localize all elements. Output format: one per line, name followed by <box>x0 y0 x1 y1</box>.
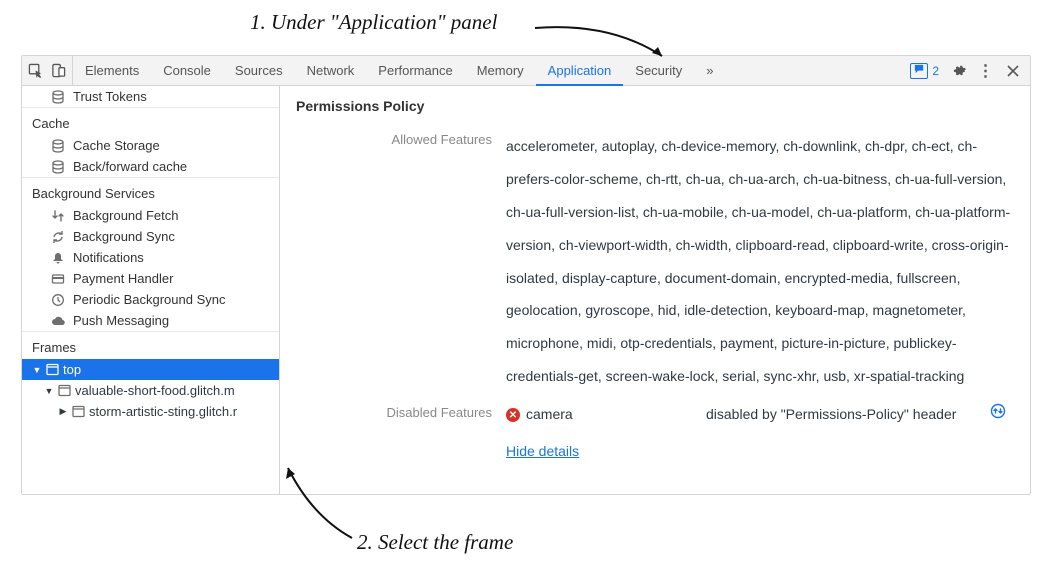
disabled-features-label: Disabled Features <box>296 403 506 420</box>
tab-elements[interactable]: Elements <box>73 56 151 85</box>
database-icon <box>50 138 65 153</box>
tab-application[interactable]: Application <box>536 56 624 85</box>
sidebar-item-bfcache[interactable]: Back/forward cache <box>22 156 279 177</box>
frame-top[interactable]: ▼ top <box>22 359 279 380</box>
chevron-down-icon: ▼ <box>32 365 42 375</box>
disabled-features-row: Disabled Features ✕ camera disabled by "… <box>296 401 1014 468</box>
allowed-features-value: accelerometer, autoplay, ch-device-memor… <box>506 130 1014 393</box>
tab-performance[interactable]: Performance <box>366 56 464 85</box>
disabled-feature-text: camera <box>526 403 573 427</box>
chevron-down-icon: ▼ <box>44 386 54 396</box>
frame-child-0[interactable]: ▼ valuable-short-food.glitch.m <box>22 380 279 401</box>
sidebar-item-label: Push Messaging <box>73 313 169 328</box>
sync-icon <box>50 229 65 244</box>
sidebar-item-label: Payment Handler <box>73 271 173 286</box>
disabled-feature-name: ✕ camera <box>506 403 696 427</box>
bell-icon <box>50 250 65 265</box>
tab-console[interactable]: Console <box>151 56 223 85</box>
sidebar-item-label: Background Fetch <box>73 208 179 223</box>
sidebar-item-notifications[interactable]: Notifications <box>22 247 279 268</box>
sidebar-group-frames: Frames <box>22 331 279 359</box>
tab-memory[interactable]: Memory <box>465 56 536 85</box>
fetch-icon <box>50 208 65 223</box>
sidebar-item-cache-storage[interactable]: Cache Storage <box>22 135 279 156</box>
frames-tree: ▼ top ▼ valuable-short-food.glitch.m ▶ s… <box>22 359 279 428</box>
sidebar-item-trust-tokens[interactable]: Trust Tokens <box>22 86 279 107</box>
sidebar-item-payment-handler[interactable]: Payment Handler <box>22 268 279 289</box>
frame-child-0-0[interactable]: ▶ storm-artistic-sting.glitch.r <box>22 401 279 422</box>
allowed-features-row: Allowed Features accelerometer, autoplay… <box>296 128 1014 393</box>
error-icon: ✕ <box>506 408 520 422</box>
tab-security[interactable]: Security <box>623 56 694 85</box>
frame-label: storm-artistic-sting.glitch.r <box>89 404 237 419</box>
sidebar-item-label: Notifications <box>73 250 144 265</box>
tab-sources[interactable]: Sources <box>223 56 295 85</box>
sidebar-group-bgservices: Background Services <box>22 177 279 205</box>
issues-badge[interactable]: 2 <box>910 63 939 79</box>
allowed-features-label: Allowed Features <box>296 130 506 147</box>
hide-details-link[interactable]: Hide details <box>506 435 579 468</box>
clock-icon <box>50 292 65 307</box>
issues-count: 2 <box>932 64 939 78</box>
annotation-top: 1. Under "Application" panel <box>250 10 497 35</box>
frame-label: top <box>63 362 81 377</box>
sidebar-item-bg-sync[interactable]: Background Sync <box>22 226 279 247</box>
sidebar-item-label: Cache Storage <box>73 138 160 153</box>
sidebar-group-cache: Cache <box>22 107 279 135</box>
annotation-bottom: 2. Select the frame <box>357 530 513 555</box>
chat-icon <box>910 63 928 79</box>
database-icon <box>50 89 65 104</box>
reveal-icon[interactable] <box>990 403 1014 427</box>
gear-icon[interactable] <box>951 63 966 78</box>
frame-label: valuable-short-food.glitch.m <box>75 383 235 398</box>
frame-icon <box>58 384 71 397</box>
frame-icon <box>72 405 85 418</box>
chevron-right-icon: ▶ <box>58 406 68 417</box>
sidebar-item-label: Periodic Background Sync <box>73 292 225 307</box>
close-icon[interactable] <box>1005 63 1020 78</box>
cloud-icon <box>50 313 65 328</box>
device-icon[interactable] <box>51 63 66 78</box>
devtools-window: Elements Console Sources Network Perform… <box>21 55 1031 495</box>
tab-more[interactable]: » <box>694 56 725 85</box>
sidebar-item-bg-fetch[interactable]: Background Fetch <box>22 205 279 226</box>
sidebar-item-push-messaging[interactable]: Push Messaging <box>22 310 279 331</box>
toolbar-tabs: Elements Console Sources Network Perform… <box>73 56 725 85</box>
sidebar-item-periodic-sync[interactable]: Periodic Background Sync <box>22 289 279 310</box>
sidebar-item-label: Back/forward cache <box>73 159 187 174</box>
card-icon <box>50 271 65 286</box>
devtools-toolbar: Elements Console Sources Network Perform… <box>22 56 1030 86</box>
sidebar-item-label: Background Sync <box>73 229 175 244</box>
main-panel: Permissions Policy Allowed Features acce… <box>280 86 1030 494</box>
inspect-icon[interactable] <box>28 63 43 78</box>
window-icon <box>46 363 59 376</box>
section-title: Permissions Policy <box>296 96 1014 128</box>
disabled-feature-reason: disabled by "Permissions-Policy" header <box>706 403 980 427</box>
kebab-icon[interactable]: ⋮ <box>978 63 993 78</box>
sidebar-item-label: Trust Tokens <box>73 89 147 104</box>
database-icon <box>50 159 65 174</box>
tab-network[interactable]: Network <box>295 56 367 85</box>
application-sidebar: Trust Tokens Cache Cache Storage Back/fo… <box>22 86 280 494</box>
